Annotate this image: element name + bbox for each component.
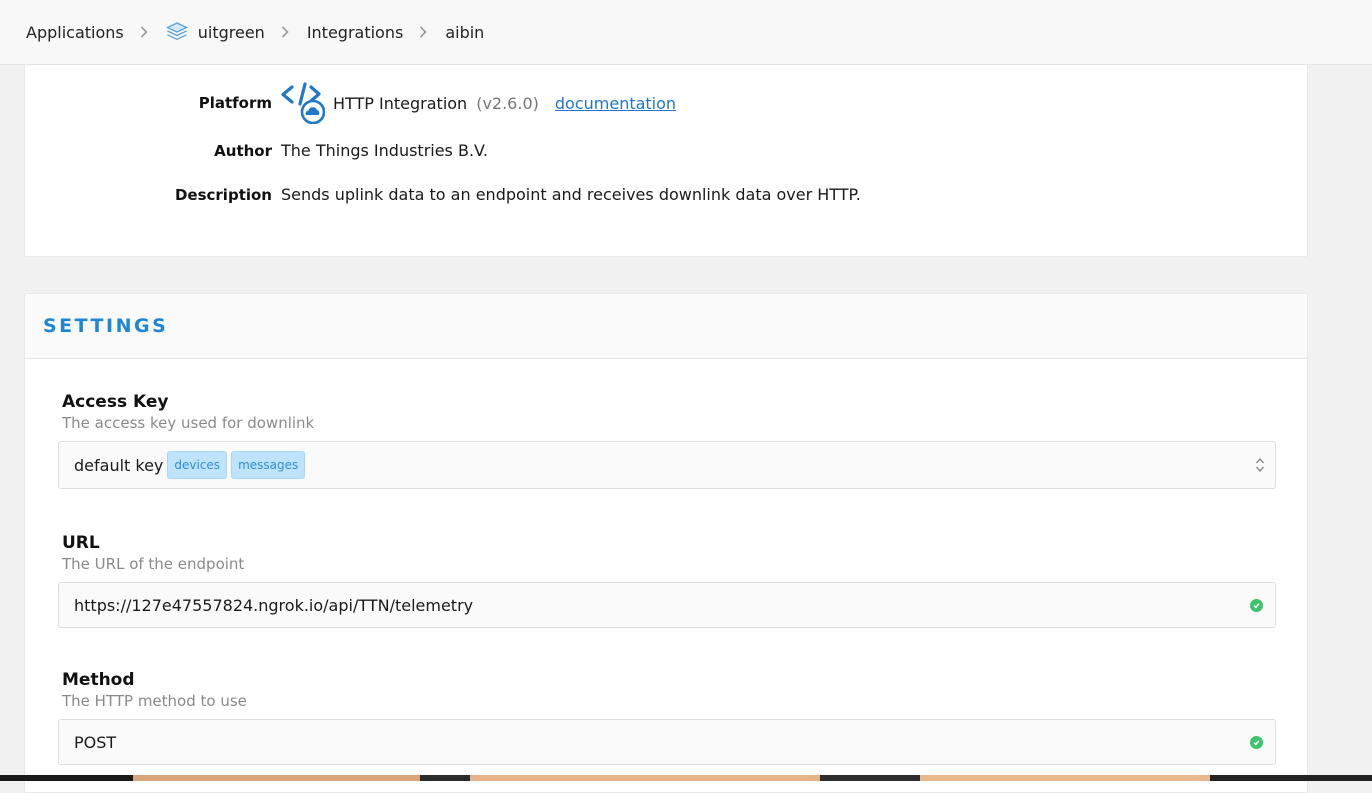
platform-name: HTTP Integration bbox=[333, 93, 468, 113]
breadcrumb-integrations[interactable]: Integrations bbox=[307, 23, 404, 42]
integration-info-card: Platform HTTP Integration (v2.6.0) docum… bbox=[24, 50, 1308, 257]
author-row: Author The Things Industries B.V. bbox=[25, 141, 488, 160]
access-key-tag-messages: messages bbox=[231, 451, 306, 479]
chevron-right-icon bbox=[140, 26, 148, 38]
method-field: Method The HTTP method to use POST bbox=[58, 670, 1276, 765]
platform-row: Platform HTTP Integration (v2.6.0) docum… bbox=[25, 82, 676, 124]
url-description: The URL of the endpoint bbox=[62, 555, 245, 573]
documentation-link[interactable]: documentation bbox=[555, 94, 676, 113]
url-field: URL The URL of the endpoint https://127e… bbox=[58, 533, 1276, 628]
platform-version: (v2.6.0) bbox=[476, 93, 539, 113]
background-image-strip bbox=[0, 775, 1372, 781]
application-stack-icon bbox=[165, 22, 188, 42]
select-arrows-icon bbox=[1255, 456, 1265, 478]
description-label: Description bbox=[174, 185, 272, 204]
breadcrumb-applications[interactable]: Applications bbox=[26, 23, 124, 42]
access-key-tag-devices: devices bbox=[167, 451, 228, 479]
platform-value: HTTP Integration (v2.6.0) documentation bbox=[281, 82, 676, 124]
url-label: URL bbox=[62, 533, 100, 553]
breadcrumb: Applications uitgreen Integrations aibin bbox=[0, 0, 1372, 65]
description-row: Description Sends uplink data to an endp… bbox=[25, 185, 861, 204]
settings-card: SETTINGS Access Key The access key used … bbox=[24, 293, 1308, 793]
method-input[interactable]: POST bbox=[58, 719, 1276, 765]
method-value: POST bbox=[74, 732, 117, 752]
access-key-label: Access Key bbox=[62, 392, 169, 412]
access-key-description: The access key used for downlink bbox=[62, 414, 315, 432]
author-label: Author bbox=[214, 141, 272, 160]
breadcrumb-application[interactable]: uitgreen bbox=[165, 22, 265, 42]
breadcrumb-application-label: uitgreen bbox=[197, 22, 265, 42]
url-value: https://127e47557824.ngrok.io/api/TTN/te… bbox=[74, 595, 474, 615]
valid-check-icon bbox=[1250, 736, 1263, 749]
settings-header: SETTINGS bbox=[25, 294, 1307, 359]
chevron-right-icon bbox=[419, 26, 427, 38]
method-description: The HTTP method to use bbox=[62, 692, 247, 710]
url-input[interactable]: https://127e47557824.ngrok.io/api/TTN/te… bbox=[58, 582, 1276, 628]
author-value: The Things Industries B.V. bbox=[281, 141, 489, 160]
platform-label: Platform bbox=[198, 94, 272, 112]
settings-title: SETTINGS bbox=[43, 315, 169, 337]
chevron-right-icon bbox=[281, 26, 289, 38]
http-integration-logo-icon bbox=[281, 82, 325, 124]
method-label: Method bbox=[62, 670, 135, 690]
description-value: Sends uplink data to an endpoint and rec… bbox=[281, 185, 861, 204]
access-key-select[interactable]: default key devices messages bbox=[58, 441, 1276, 489]
access-key-value: default key bbox=[74, 455, 164, 475]
access-key-field: Access Key The access key used for downl… bbox=[58, 392, 1276, 489]
breadcrumb-current: aibin bbox=[445, 22, 485, 42]
valid-check-icon bbox=[1250, 599, 1263, 612]
